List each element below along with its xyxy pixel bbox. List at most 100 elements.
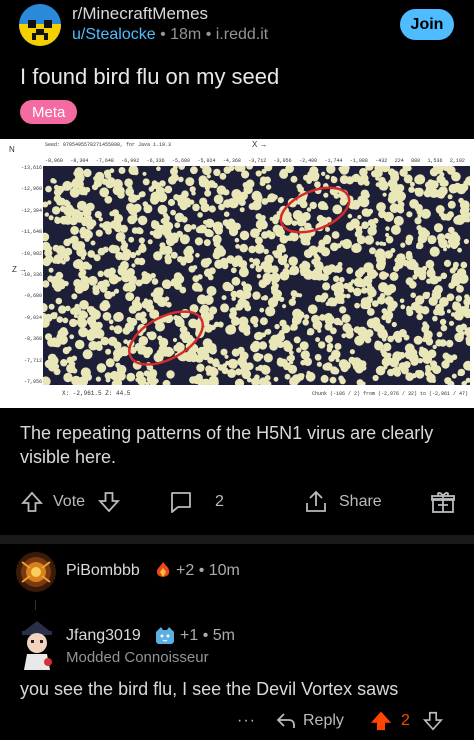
biome-blob	[436, 331, 443, 338]
biome-blob	[147, 370, 157, 381]
biome-blob	[345, 330, 354, 339]
biome-blob	[415, 370, 421, 376]
biome-blob	[255, 213, 263, 220]
post-flair[interactable]: Meta	[20, 100, 78, 124]
post-author[interactable]: u/Stealocke	[72, 26, 156, 43]
biome-blob	[463, 298, 470, 306]
biome-blob	[311, 258, 317, 265]
biome-blob	[252, 291, 261, 300]
biome-blob	[204, 189, 212, 197]
comment-upvote-button[interactable]	[370, 706, 392, 736]
biome-blob	[231, 296, 236, 301]
biome-blob	[228, 311, 237, 320]
biome-blob	[203, 239, 211, 247]
biome-blob	[283, 211, 292, 220]
comments-button[interactable]: 2	[167, 484, 224, 520]
share-button[interactable]: Share	[303, 484, 382, 520]
biome-blob	[170, 281, 176, 287]
biome-blob	[251, 190, 262, 202]
biome-blob	[77, 320, 86, 328]
biome-blob	[192, 203, 200, 212]
biome-blobs	[43, 166, 470, 385]
biome-blob	[352, 362, 361, 371]
biome-blob	[416, 225, 423, 231]
biome-blob	[115, 232, 126, 242]
downvote-button[interactable]	[97, 484, 121, 520]
comment-author[interactable]: Jfang3019	[66, 627, 141, 645]
comment-collapsed[interactable]: PiBombbb +2 • 10m	[0, 548, 474, 596]
biome-blob	[274, 323, 280, 330]
biome-blob	[192, 265, 198, 270]
biome-blob	[439, 297, 449, 307]
biome-blob	[316, 361, 322, 367]
biome-blob	[383, 211, 394, 222]
biome-blob	[323, 192, 329, 198]
biome-blob	[147, 331, 157, 341]
biome-blob	[199, 298, 207, 305]
more-options-button[interactable]: ···	[237, 706, 256, 736]
biome-blob	[90, 240, 96, 246]
biome-blob	[361, 287, 368, 294]
biome-blob	[172, 337, 178, 343]
biome-blob	[353, 287, 362, 297]
biome-blob	[354, 230, 362, 238]
comment-downvote-button[interactable]	[422, 706, 444, 736]
biome-blob	[270, 272, 281, 283]
biome-blob	[230, 267, 237, 274]
subreddit-name[interactable]: r/MinecraftMemes	[72, 4, 208, 24]
biome-blob	[375, 182, 381, 187]
biome-blob	[277, 197, 284, 204]
biome-blob	[182, 238, 188, 245]
biome-blob	[138, 244, 147, 253]
reply-button[interactable]: Reply	[275, 706, 344, 736]
biome-blob	[73, 279, 82, 288]
biome-blob	[148, 186, 155, 192]
biome-blob	[408, 186, 415, 193]
biome-blob	[54, 216, 59, 221]
biome-blob	[325, 226, 330, 232]
post-image[interactable]: N Seed: 8705495578271455098, for Java 1.…	[0, 139, 474, 408]
biome-blob	[167, 198, 176, 207]
biome-blob	[87, 220, 94, 227]
z-tick-label: -9,680	[23, 293, 42, 300]
biome-blob	[105, 377, 111, 383]
z-tick-label: -7,056	[23, 379, 42, 385]
biome-blob	[454, 214, 466, 225]
biome-blob	[82, 208, 92, 218]
biome-blob	[189, 186, 196, 193]
post-domain[interactable]: i.redd.it	[216, 26, 268, 43]
biome-blob	[222, 363, 228, 368]
biome-blob	[131, 263, 136, 268]
avatar[interactable]	[16, 552, 56, 592]
biome-blob	[151, 278, 159, 285]
award-button[interactable]	[430, 484, 456, 520]
biome-blob	[382, 337, 387, 342]
biome-blob	[320, 202, 328, 210]
biome-blob	[433, 285, 443, 294]
biome-blob	[390, 224, 401, 235]
upvote-button[interactable]	[20, 484, 44, 520]
biome-blob	[451, 373, 457, 379]
meta-separator: •	[205, 26, 216, 43]
biome-blob	[47, 353, 57, 363]
biome-blob	[213, 321, 220, 328]
biome-blob	[225, 325, 235, 335]
biome-blob	[208, 205, 216, 213]
comment-author[interactable]: PiBombbb	[66, 562, 140, 580]
biome-blob	[220, 303, 230, 313]
join-button[interactable]: Join	[400, 9, 454, 40]
biome-blob	[78, 310, 87, 319]
biome-blob	[249, 263, 255, 269]
biome-blob	[316, 261, 324, 269]
biome-blob	[113, 288, 120, 294]
subreddit-avatar[interactable]	[19, 4, 61, 46]
avatar[interactable]	[14, 618, 60, 674]
biome-blob	[299, 341, 309, 351]
biome-blob	[197, 212, 203, 218]
biome-blob	[88, 340, 98, 351]
biome-blob	[96, 363, 107, 373]
biome-blob	[384, 272, 389, 278]
biome-blob	[159, 245, 169, 255]
chunk-info: Chunk (-186 / 2) from (-2,976 / 32) to (…	[311, 391, 468, 397]
biome-blob	[212, 221, 224, 232]
